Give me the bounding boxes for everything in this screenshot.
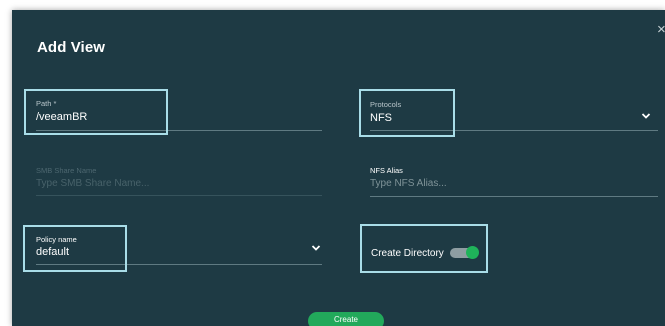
protocols-underline	[370, 130, 658, 131]
protocols-value: NFS	[370, 112, 392, 124]
dialog-title: Add View	[37, 39, 106, 56]
nfs-alias-input[interactable]: Type NFS Alias...	[370, 178, 447, 189]
smb-share-field: SMB Share Name Type SMB Share Name...	[28, 164, 322, 200]
chevron-down-icon[interactable]	[641, 112, 651, 120]
protocols-label: Protocols	[370, 100, 402, 109]
smb-share-input: Type SMB Share Name...	[36, 178, 150, 189]
protocols-select[interactable]: Protocols NFS	[362, 96, 658, 136]
path-input[interactable]: /veeamBR	[36, 111, 87, 123]
policy-label: Policy name	[36, 235, 77, 244]
create-directory-label: Create Directory	[371, 248, 444, 259]
toggle-knob	[466, 246, 479, 259]
smb-share-label: SMB Share Name	[36, 166, 97, 175]
smb-share-underline	[36, 195, 322, 196]
policy-underline	[36, 264, 322, 265]
create-button[interactable]: Create	[308, 312, 384, 326]
nfs-alias-label: NFS Alias	[370, 166, 403, 175]
close-icon[interactable]: ×	[657, 22, 665, 37]
nfs-alias-underline	[370, 196, 658, 197]
policy-select[interactable]: Policy name default	[28, 230, 322, 268]
create-directory-toggle[interactable]	[450, 246, 479, 259]
nfs-alias-field[interactable]: NFS Alias Type NFS Alias...	[362, 164, 658, 200]
chevron-down-icon[interactable]	[311, 244, 321, 252]
path-label: Path *	[36, 99, 57, 108]
path-field[interactable]: Path * /veeamBR	[28, 96, 322, 136]
path-underline	[36, 130, 322, 131]
policy-value: default	[36, 246, 70, 258]
